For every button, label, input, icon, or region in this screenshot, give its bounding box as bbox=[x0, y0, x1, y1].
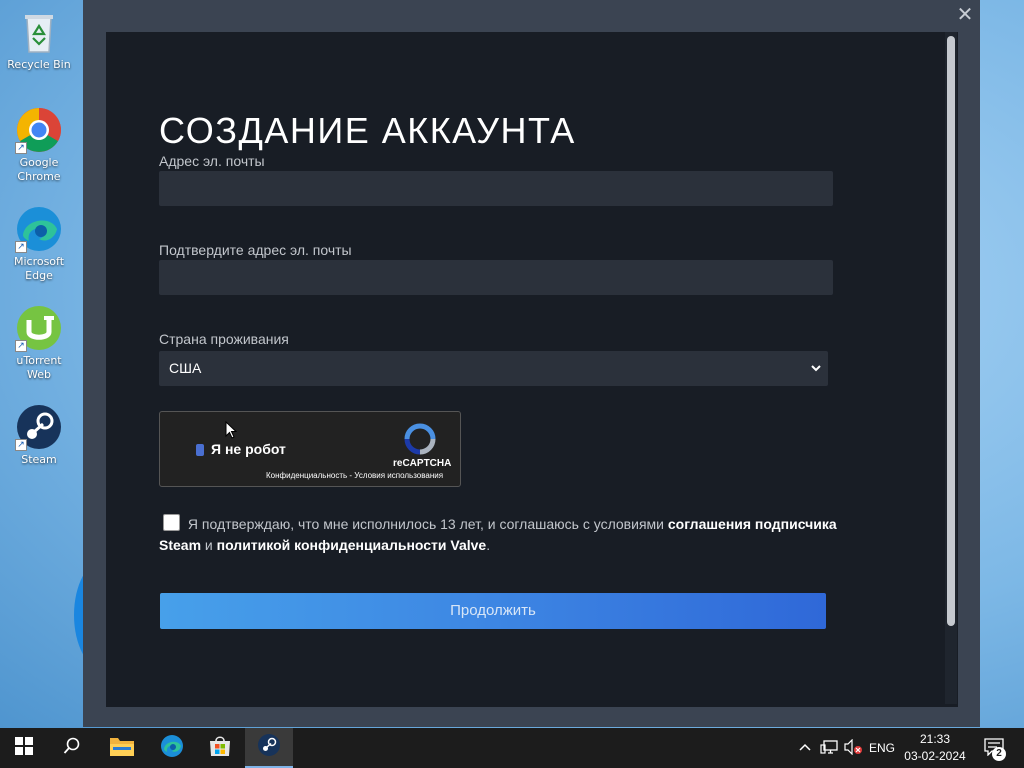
desktop-icon-label: uTorrent Web bbox=[16, 354, 62, 381]
clock[interactable]: 21:33 03-02-2024 bbox=[900, 731, 970, 765]
chrome-icon: ↗ bbox=[15, 106, 63, 154]
chevron-up-icon bbox=[798, 741, 812, 755]
desktop-icon-label: Google Chrome bbox=[17, 156, 61, 183]
email-field[interactable] bbox=[159, 171, 833, 206]
taskbar-steam[interactable] bbox=[245, 728, 293, 768]
country-label: Страна проживания bbox=[159, 331, 289, 347]
email-label: Адрес эл. почты bbox=[159, 153, 265, 169]
taskbar-edge[interactable] bbox=[148, 728, 196, 768]
chevron-down-icon bbox=[809, 351, 823, 386]
edge-icon bbox=[160, 734, 184, 763]
shortcut-arrow-icon: ↗ bbox=[15, 241, 27, 253]
search-button[interactable] bbox=[48, 728, 96, 768]
desktop-icon-steam[interactable]: ↗ Steam bbox=[4, 403, 74, 467]
agreement-text: Я подтверждаю, что мне исполнилось 13 ле… bbox=[187, 516, 664, 532]
recaptcha-brand: reCAPTCHA bbox=[393, 458, 452, 469]
desktop-icon-google-chrome[interactable]: ↗ Google Chrome bbox=[4, 106, 74, 184]
clock-date: 03-02-2024 bbox=[904, 749, 966, 763]
volume-muted-icon bbox=[843, 738, 863, 758]
language-indicator[interactable]: ENG bbox=[866, 728, 898, 768]
recaptcha-links: Конфиденциальность - Условия использован… bbox=[266, 471, 443, 480]
agreement-text-end: . bbox=[486, 537, 491, 553]
microsoft-store-icon bbox=[208, 734, 232, 763]
file-explorer-icon bbox=[109, 735, 135, 762]
recaptcha-label: Я не робот bbox=[211, 441, 286, 457]
create-account-panel: СОЗДАНИЕ АККАУНТА Адрес эл. почты Подтве… bbox=[106, 32, 958, 707]
scrollbar-thumb[interactable] bbox=[947, 36, 955, 626]
taskbar-file-explorer[interactable] bbox=[98, 728, 146, 768]
desktop-icon-label: Steam bbox=[21, 453, 57, 466]
start-button[interactable] bbox=[0, 728, 48, 768]
recaptcha-privacy-link[interactable]: Конфиденциальность bbox=[266, 471, 347, 480]
volume-button[interactable] bbox=[842, 728, 864, 768]
start-icon bbox=[15, 736, 33, 760]
steam-create-account-window: ✕ СОЗДАНИЕ АККАУНТА Адрес эл. почты Подт… bbox=[83, 0, 980, 727]
steam-icon bbox=[257, 733, 281, 762]
notification-count-badge: 2 bbox=[992, 747, 1006, 761]
clock-time: 21:33 bbox=[919, 732, 951, 746]
scrollbar[interactable] bbox=[945, 32, 957, 704]
agreement-row: Я подтверждаю, что мне исполнилось 13 ле… bbox=[159, 514, 839, 556]
taskbar: ENG 21:33 03-02-2024 bbox=[0, 728, 1024, 768]
page-title: СОЗДАНИЕ АККАУНТА bbox=[159, 110, 576, 151]
network-icon bbox=[820, 739, 838, 758]
agreement-checkbox[interactable] bbox=[163, 514, 180, 531]
desktop-icon-utorrent-web[interactable]: ↗ uTorrent Web bbox=[4, 304, 74, 382]
network-status-button[interactable] bbox=[818, 728, 840, 768]
shortcut-arrow-icon: ↗ bbox=[15, 142, 27, 154]
close-button[interactable]: ✕ bbox=[954, 4, 976, 26]
edge-icon: ↗ bbox=[15, 205, 63, 253]
recaptcha-widget: Я не робот reCAPTCHA Конфиденциальность … bbox=[159, 411, 461, 487]
show-hidden-icons-button[interactable] bbox=[796, 728, 814, 768]
shortcut-arrow-icon: ↗ bbox=[15, 340, 27, 352]
search-icon bbox=[63, 737, 81, 760]
confirm-email-label: Подтвердите адрес эл. почты bbox=[159, 242, 352, 258]
taskbar-microsoft-store[interactable] bbox=[196, 728, 244, 768]
country-select-value: США bbox=[169, 360, 202, 376]
desktop-icon-label: Microsoft Edge bbox=[13, 255, 65, 282]
recycle-bin-icon bbox=[15, 8, 63, 56]
confirm-email-field[interactable] bbox=[159, 260, 833, 295]
steam-icon: ↗ bbox=[15, 403, 63, 451]
country-select[interactable]: США bbox=[159, 351, 828, 386]
desktop-icon-label: Recycle Bin bbox=[7, 58, 71, 71]
recaptcha-logo-icon bbox=[403, 422, 437, 456]
agreement-text-and: и bbox=[204, 537, 213, 553]
desktop-icon-microsoft-edge[interactable]: ↗ Microsoft Edge bbox=[4, 205, 74, 283]
shortcut-arrow-icon: ↗ bbox=[15, 439, 27, 451]
continue-button[interactable]: Продолжить bbox=[160, 593, 826, 629]
privacy-policy-link[interactable]: политикой конфиденциальности Valve bbox=[217, 537, 487, 553]
desktop-icon-recycle-bin[interactable]: Recycle Bin bbox=[4, 8, 74, 72]
recaptcha-terms-link[interactable]: Условия использования bbox=[354, 471, 443, 480]
utorrent-icon: ↗ bbox=[15, 304, 63, 352]
recaptcha-checkbox[interactable] bbox=[196, 444, 204, 456]
